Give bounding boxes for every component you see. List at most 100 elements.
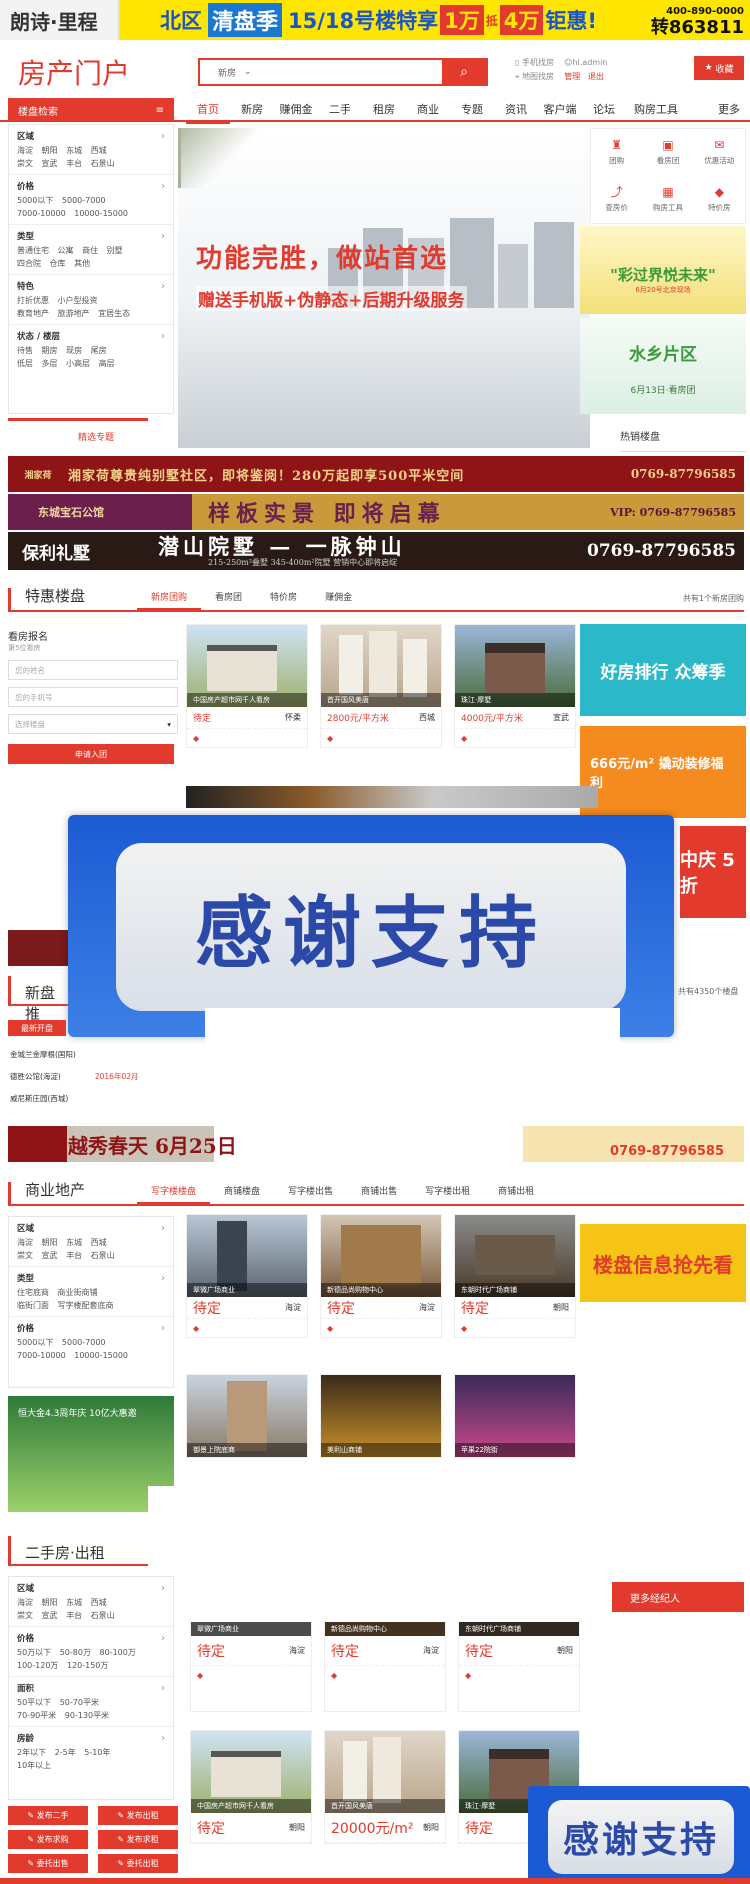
category-group-region[interactable]: 区域 海淀 朝阳 东城 西城 崇文 宣武 丰台 石景山 › xyxy=(9,125,173,175)
search-category-select[interactable]: 新房 ⌄ xyxy=(200,60,260,84)
category-group-region[interactable]: 区域 海淀 朝阳 东城 西城 崇文 宣武 丰台 石景山 › xyxy=(9,1217,173,1267)
category-group-age[interactable]: 房龄 2年以下 2-5年 5-10年 10年以上 › xyxy=(9,1727,173,1776)
property-card[interactable]: 首开国风美唐 2800元/平方米 西城 ◆ xyxy=(320,624,442,748)
category-group-status[interactable]: 状态 / 楼层 待售 期房 现房 尾房 低层 多层 小高层 高层 › xyxy=(9,325,173,374)
entrust-rent-button[interactable]: ✎ 委托出租 xyxy=(98,1854,178,1873)
secondhand-card[interactable]: 东朝时代广场商铺 待定 朝阳 ◆ xyxy=(458,1622,580,1712)
nav-item-secondhand[interactable]: 二手 xyxy=(318,98,362,124)
commercial-card[interactable]: 东朝时代广场商铺 待定 朝阳 ◆ xyxy=(454,1214,576,1338)
latest-opening-label[interactable]: 最新开盘 xyxy=(8,1020,66,1036)
side-ad-2[interactable]: 水乡片区 6月13日·看房团 xyxy=(580,318,746,414)
manage-link[interactable]: 管理 xyxy=(564,72,580,81)
phone-input[interactable]: 您的手机号 xyxy=(8,687,178,707)
publish-secondhand-button[interactable]: ✎ 发布二手 xyxy=(8,1806,88,1825)
nav-more[interactable]: 更多 xyxy=(718,98,740,122)
ad-strip-2[interactable]: 东城宝石公馆 样板实景 即将启幕 VIP: 0769-87796585 xyxy=(8,494,744,530)
tab-shop-property[interactable]: 商铺楼盘 xyxy=(210,1184,274,1204)
secondhand-card[interactable]: 首开国风美唐 20000元/m² 朝阳 xyxy=(324,1730,446,1844)
nav-item-business[interactable]: 商业 xyxy=(406,98,450,124)
property-image: 中国房产超市网千人看房 xyxy=(187,625,307,707)
tab-shop-rent[interactable]: 商铺出租 xyxy=(484,1184,548,1204)
logout-link[interactable]: 退出 xyxy=(588,72,604,81)
secondhand-card[interactable]: 新德品尚购物中心 待定 海淀 ◆ xyxy=(324,1622,446,1712)
publish-buy-button[interactable]: ✎ 发布求购 xyxy=(8,1830,88,1849)
commercial-card[interactable]: 新德品尚购物中心 待定 海淀 ◆ xyxy=(320,1214,442,1338)
nav-item-news[interactable]: 资讯 xyxy=(494,98,538,124)
form-title: 看房报名 xyxy=(8,632,48,643)
new-section-ad[interactable]: 越秀春天 6月25日 0769-87796585 xyxy=(8,1126,744,1162)
quick-nav-offers[interactable]: ✉ 优惠活动 xyxy=(694,129,745,176)
tab-office-rent[interactable]: 写字楼出租 xyxy=(411,1184,484,1204)
submit-button[interactable]: 申请入团 xyxy=(8,744,174,764)
nav-item-topic[interactable]: 专题 xyxy=(450,98,494,124)
search-button[interactable]: ⌕ xyxy=(442,60,486,84)
tab-groupbuy[interactable]: 新房团购 xyxy=(137,590,202,610)
username-link[interactable]: hl.admin xyxy=(572,58,607,67)
search-bar[interactable]: 新房 ⌄ ⌕ xyxy=(198,58,488,86)
tab-office-property[interactable]: 写字楼楼盘 xyxy=(137,1184,211,1204)
entrust-sale-button[interactable]: ✎ 委托出售 xyxy=(8,1854,88,1873)
search-input[interactable] xyxy=(260,60,442,84)
property-select[interactable]: 选择楼盘 ▾ xyxy=(8,714,178,734)
featured-special-link[interactable]: 精选专题 xyxy=(78,430,114,443)
left-ad-fragment[interactable] xyxy=(8,930,74,966)
publish-want-rent-button[interactable]: ✎ 发布求租 xyxy=(98,1830,178,1849)
property-card[interactable]: 中国房产超市网千人看房 待定 怀柔 ◆ xyxy=(186,624,308,748)
promo-decoration[interactable]: 666元/m² 撬动装修福利 xyxy=(580,726,746,818)
tab-commission[interactable]: 赚佣金 xyxy=(311,590,366,610)
quick-nav-tools[interactable]: ▦ 购房工具 xyxy=(642,176,693,223)
tab-tour[interactable]: 看房团 xyxy=(201,590,256,610)
nav-item-client[interactable]: 客户端 xyxy=(538,98,582,124)
tab-shop-sale[interactable]: 商铺出售 xyxy=(347,1184,411,1204)
category-search-title[interactable]: 楼盘检索 ≡ xyxy=(8,98,174,122)
edit-icon: ✎ xyxy=(27,1811,35,1820)
category-group-price[interactable]: 价格 5000以下 5000-7000 7000-10000 10000-15000… xyxy=(9,175,173,225)
commercial-card[interactable]: 美利山商铺 xyxy=(320,1374,442,1458)
side-ad-1[interactable]: "彩过界悦未来" 6月20号北京现场 xyxy=(580,226,746,314)
category-group-area[interactable]: 面积 50平以下 50-70平米 70-90平米 90-130平米 › xyxy=(9,1677,173,1727)
promo-discount[interactable]: 中庆 5折 xyxy=(680,826,746,918)
list-item[interactable]: 威尼斯庄园(西城) xyxy=(10,1088,139,1110)
list-item[interactable]: 金城兰金摩根(国阳) xyxy=(10,1044,139,1066)
category-group-type[interactable]: 类型 普通住宅 公寓 商住 别墅 四合院 仓库 其他 › xyxy=(9,225,173,275)
ad-strip-3[interactable]: 保利礼墅 潜山院墅 — 一脉钟山 215-250m²叠墅 345-400m²院墅… xyxy=(8,532,744,570)
commercial-card[interactable]: 苹果22院街 xyxy=(454,1374,576,1458)
quick-nav-groupbuy[interactable]: ♜ 团购 xyxy=(591,129,642,176)
top-ad-banner[interactable]: 朗诗·里程 北区 清盘季 15/18号楼特享 1万抵 4万 钜惠! 400-890… xyxy=(0,0,750,40)
secondhand-card[interactable]: 中国房产超市网千人看房 待定 朝阳 xyxy=(190,1730,312,1844)
main-banner[interactable]: 功能完胜，做站首选 赠送手机版+伪静态+后期升级服务 xyxy=(178,128,590,448)
map-search-link[interactable]: 地图找房 xyxy=(522,72,554,81)
secondhand-card[interactable]: 翠微广场商业 待定 海淀 ◆ xyxy=(190,1622,312,1712)
commercial-card[interactable]: 御景上院底商 xyxy=(186,1374,308,1458)
promo-news[interactable]: 楼盘信息抢先看 xyxy=(580,1224,746,1302)
commercial-card[interactable]: 翠微广场商业 待定 海淀 ◆ xyxy=(186,1214,308,1338)
ad-strip-1[interactable]: 湘家荷 湘家荷尊贵纯别墅社区，即将鉴阅！280万起即享500平米空间 0769-… xyxy=(8,456,744,492)
name-input[interactable]: 您的姓名 xyxy=(8,660,178,680)
more-agents-button[interactable]: 更多经纪人 xyxy=(612,1582,744,1612)
quick-nav-special[interactable]: ◆ 特价房 xyxy=(694,176,745,223)
site-logo[interactable]: 房产门户 xyxy=(18,52,130,92)
tab-discount[interactable]: 特价房 xyxy=(256,590,311,610)
nav-item-forum[interactable]: 论坛 xyxy=(582,98,626,124)
property-price: 待定 xyxy=(327,1300,355,1317)
property-card[interactable]: 珠江·摩墅 4000元/平方米 宣武 ◆ xyxy=(454,624,576,748)
category-group-type[interactable]: 类型 住宅底商 商业街商铺 临街门面 写字楼配套底商 › xyxy=(9,1267,173,1317)
category-group-price[interactable]: 价格 5000以下 5000-7000 7000-10000 10000-15000… xyxy=(9,1317,173,1366)
nav-item-home[interactable]: 首页 xyxy=(186,98,230,124)
hot-properties-title[interactable]: 热销楼盘 xyxy=(620,418,746,452)
promo-ranking[interactable]: 好房排行 众筹季 xyxy=(580,624,746,716)
publish-rent-button[interactable]: ✎ 发布出租 xyxy=(98,1806,178,1825)
tab-office-sale[interactable]: 写字楼出售 xyxy=(274,1184,347,1204)
quick-nav-tour[interactable]: ▣ 看房团 xyxy=(642,129,693,176)
mobile-search-link[interactable]: 手机找房 xyxy=(522,58,554,67)
collect-button[interactable]: ★ 收藏 xyxy=(694,56,744,80)
nav-item-newhouse[interactable]: 新房 xyxy=(230,98,274,124)
nav-item-commission[interactable]: 赚佣金 xyxy=(274,98,318,124)
nav-item-tools[interactable]: 购房工具 xyxy=(626,98,686,124)
category-group-feature[interactable]: 特色 打折优惠 小户型投资 教育地产 旅游地产 宜居生态 › xyxy=(9,275,173,325)
category-group-region[interactable]: 区域 海淀 朝阳 东城 西城 崇文 宣武 丰台 石景山 › xyxy=(9,1577,173,1627)
quick-nav-price[interactable]: ⤴ 查房价 xyxy=(591,176,642,223)
category-group-price[interactable]: 价格 50万以下 50-80万 80-100万 100-120万 120-150万 › xyxy=(9,1627,173,1677)
nav-item-rent[interactable]: 租房 xyxy=(362,98,406,124)
list-item[interactable]: 德胜公馆(海淀) 2016年02月 xyxy=(10,1066,139,1088)
